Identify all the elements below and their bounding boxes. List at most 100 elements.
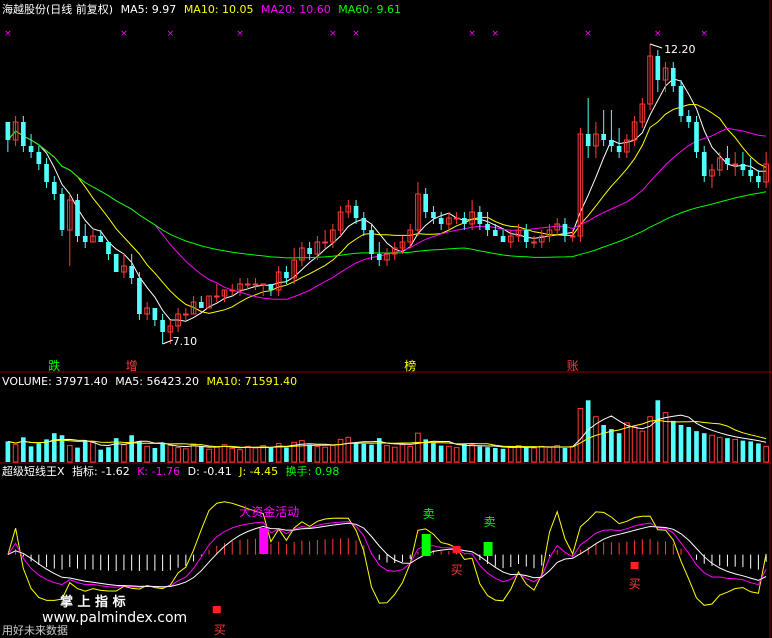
volume-bar [709,434,715,463]
candle-body [75,200,80,236]
ma10-readout: MA10: 10.05 [183,3,254,16]
volume-bar [82,440,88,462]
volume-bar [716,436,723,463]
volume-bar [415,432,421,463]
volume-bar [462,443,467,462]
signal-marker: × [584,29,592,39]
volume-bar [399,444,406,463]
indicator-name: 超级短线王X [2,465,65,478]
volume-bar [577,408,584,463]
volume-bar [36,443,42,462]
volume-bar [647,416,653,463]
volume-bar [453,447,460,463]
indicator-label: 大资金活动 [239,504,299,519]
candle-body [44,164,49,182]
candle-body [98,236,104,242]
volume-bar [129,435,134,462]
volume-bar [670,420,676,462]
volume-bar [75,447,80,462]
volume-bar [12,444,19,463]
volume-bar [98,449,104,462]
candle-body [462,218,467,224]
volume-bar [554,445,561,463]
volume-bar [701,433,707,462]
volume-bar [438,445,444,462]
event-tag: 账 [567,359,579,373]
event-tag: 增 [126,359,138,373]
candle-body [670,68,676,86]
stock-chart: ×××××××××××12.207.10跌增榜账大资金活动卖卖卖主力出货买买买买… [0,0,772,638]
candle-body [523,230,529,242]
volume-bar [538,445,545,463]
d-readout: D: -0.41 [187,465,232,478]
candle-body [756,176,761,182]
candle-body [229,289,236,292]
candle-body [28,146,34,152]
volume-bar [732,438,739,463]
candle-body [307,248,312,254]
signal-marker: × [700,29,708,39]
candle-body [183,313,189,316]
signal-marker: × [4,29,12,39]
stock-title: 海越股份(日线 前复权) [2,3,114,16]
candle-body [82,236,88,242]
volume-bar [624,422,630,463]
j-readout: J: -4.45 [239,465,279,478]
signal-marker: × [167,29,175,39]
high-pointer [649,43,663,49]
candle-body [748,170,753,176]
vol-ma5-readout: MA5: 56423.20 [115,375,199,388]
volume-bar [485,447,490,462]
candle-body [361,218,367,230]
volume-bar [90,441,96,463]
volume-bar [431,443,436,462]
volume-bar [493,448,498,462]
volume-bar [252,447,259,463]
volume-bar [206,448,212,463]
volume-bar [322,446,328,463]
candle-body [453,217,460,220]
ma60-readout: MA60: 9.61 [338,3,401,16]
signal-marker: × [352,29,360,39]
watermark-tagline: 用好未来数据 [2,623,68,637]
candle-body [59,194,65,230]
event-tag: 榜 [404,358,416,373]
signal-marker: × [236,29,244,39]
volume-bar [740,440,746,462]
high-label: 12.20 [664,43,696,56]
candle-body [678,86,684,116]
buy-marker [212,606,221,613]
candle-body [431,212,436,218]
volume-bar [268,447,274,462]
volume-bar [213,446,220,463]
volume-bar [694,431,699,462]
volume-bar [144,445,150,463]
volume-bar [137,441,142,462]
candle-body [213,295,220,298]
signal-marker: × [468,29,476,39]
volume-bar [66,445,73,463]
candle-body [129,266,134,278]
capital-activity-bar [259,528,269,554]
candle-body [252,283,259,286]
indicator-label: 买 [451,563,463,577]
volume-bar [469,444,475,463]
volume-bar [662,412,669,463]
ma20-readout: MA20: 10.60 [261,3,331,16]
volume-bar [229,447,236,463]
volume-bar [237,449,243,463]
volume-bar [748,441,753,462]
volume-bar [678,424,684,462]
buy-marker [452,546,461,553]
volume-bar [756,443,761,462]
volume-bar [616,433,622,462]
volume-bar [160,443,165,462]
candle-body [585,134,591,146]
candle-body [686,116,692,122]
indicator-label: 买 [214,623,226,637]
candle-body [694,122,699,152]
volume-bar [500,448,506,462]
volume-bar [106,447,111,462]
candle-body [322,241,328,244]
volume-bar [190,443,197,463]
